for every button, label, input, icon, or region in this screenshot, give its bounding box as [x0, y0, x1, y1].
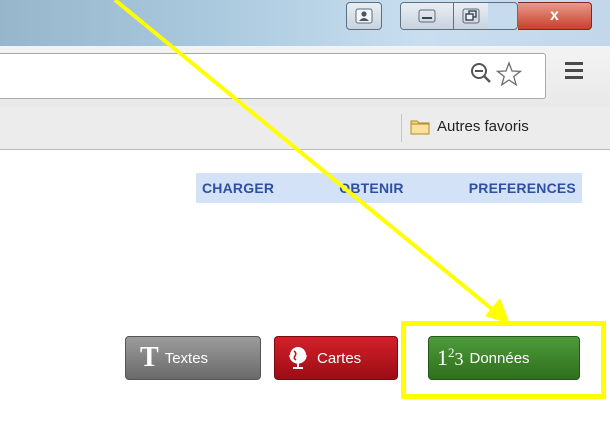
nav-obtenir[interactable]: OBTENIR — [339, 180, 403, 196]
folder-icon — [410, 120, 430, 135]
nav-charger[interactable]: CHARGER — [202, 180, 274, 196]
bookmarks-divider — [401, 114, 402, 142]
close-button[interactable]: x — [518, 2, 592, 30]
nav-preferences[interactable]: PREFERENCES — [469, 180, 576, 196]
cartes-button[interactable]: Cartes — [274, 336, 398, 380]
text-t-icon: T — [140, 342, 159, 373]
hamburger-menu-icon[interactable] — [565, 62, 583, 83]
globe-icon — [289, 347, 307, 369]
textes-button[interactable]: T Textes — [125, 336, 261, 380]
page-nav: CHARGER OBTENIR PREFERENCES — [196, 173, 582, 203]
restore-icon — [462, 8, 480, 24]
restore-button[interactable] — [454, 3, 488, 29]
donnees-button[interactable]: 123 Données — [428, 336, 580, 380]
window-title-bar: x — [0, 0, 610, 46]
window-controls-group — [400, 2, 518, 30]
user-icon — [355, 8, 373, 24]
browser-toolbar — [0, 46, 610, 106]
address-bar[interactable] — [0, 53, 546, 99]
numbers-icon: 123 — [437, 345, 464, 370]
minimize-button[interactable] — [401, 3, 454, 29]
zoom-out-icon[interactable] — [470, 62, 492, 84]
other-bookmarks-folder[interactable]: Autres favoris — [410, 118, 529, 135]
other-bookmarks-label: Autres favoris — [437, 118, 529, 135]
cartes-label: Cartes — [317, 349, 362, 367]
bookmarks-bar: Autres favoris — [0, 106, 610, 150]
close-label: x — [550, 7, 559, 24]
donnees-label: Données — [469, 349, 530, 367]
textes-label: Textes — [164, 349, 209, 367]
user-profile-button[interactable] — [346, 2, 382, 30]
bookmark-star-icon[interactable] — [496, 61, 522, 87]
minimize-icon — [418, 9, 436, 23]
